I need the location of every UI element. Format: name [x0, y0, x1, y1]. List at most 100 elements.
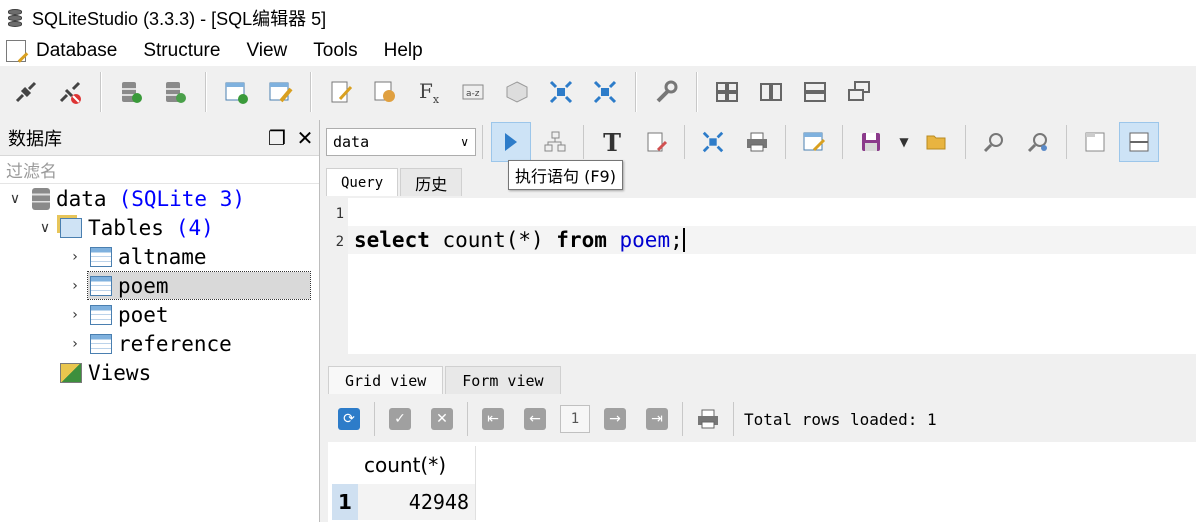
previous-page-icon[interactable]: ← [520, 404, 550, 434]
database-type: (SQLite 3) [118, 186, 246, 211]
last-page-icon[interactable]: ⇥ [642, 404, 672, 434]
selected-table-item[interactable]: poem [87, 271, 311, 300]
tile-vertical-icon[interactable] [796, 73, 834, 111]
menu-help[interactable]: Help [384, 40, 423, 62]
grid-row-number[interactable]: 1 [332, 484, 358, 520]
table-name: altname [118, 244, 207, 269]
results-grid: count(*) 1 42948 [328, 442, 1196, 522]
open-sql-file-icon[interactable] [917, 122, 957, 162]
tree-node-table[interactable]: › reference [0, 329, 319, 358]
add-database-icon[interactable] [112, 73, 150, 111]
rollback-icon[interactable]: ✕ [427, 404, 457, 434]
tree-node-table[interactable]: › poet [0, 300, 319, 329]
tab-form-view[interactable]: Form view [445, 366, 561, 394]
page-number-input[interactable]: 1 [560, 405, 590, 433]
disconnect-database-icon[interactable] [51, 73, 89, 111]
table-icon [90, 275, 112, 296]
refresh-icon[interactable]: ⟳ [334, 404, 364, 434]
sqlitestudio-app-icon [6, 7, 26, 29]
undock-icon[interactable]: ❐ [263, 126, 291, 150]
menu-structure[interactable]: Structure [143, 40, 220, 62]
next-page-icon[interactable]: → [600, 404, 630, 434]
results-below-query-icon[interactable] [1119, 122, 1159, 162]
format-sql-icon[interactable]: T [592, 122, 632, 162]
chevron-down-icon[interactable]: ∨ [36, 220, 54, 236]
tree-node-table[interactable]: › altname [0, 242, 319, 271]
document-edit-icon[interactable] [6, 40, 26, 62]
table-icon [90, 333, 112, 354]
print-icon[interactable] [737, 122, 777, 162]
tables-folder-icon [60, 217, 82, 238]
connect-database-icon[interactable] [7, 73, 45, 111]
grid-column-header[interactable]: count(*) [358, 446, 476, 484]
export-icon[interactable] [542, 73, 580, 111]
filter-input[interactable]: 过滤名 [0, 156, 319, 184]
toolbar-separator [733, 402, 734, 436]
tree-node-database[interactable]: ∨ data (SQLite 3) [0, 184, 319, 213]
code-line-current[interactable]: select count(*) from poem; [348, 226, 1196, 254]
views-icon [60, 362, 82, 383]
create-table-icon[interactable] [217, 73, 255, 111]
toolbar-separator [682, 402, 683, 436]
database-selector[interactable]: data ∨ [326, 128, 476, 156]
commit-icon[interactable]: ✓ [385, 404, 415, 434]
grid-corner[interactable] [328, 446, 358, 484]
toolbar-separator [583, 125, 584, 159]
find-icon[interactable] [974, 122, 1014, 162]
code-lines[interactable]: select count(*) from poem; [348, 198, 1196, 354]
sql-function: count(*) [429, 228, 557, 252]
sql-editor-icon[interactable] [322, 73, 360, 111]
grid-cell[interactable]: 42948 [358, 484, 476, 520]
database-icon [32, 187, 50, 210]
window-title: SQLiteStudio (3.3.3) - [SQL编辑器 5] [32, 9, 327, 29]
functions-editor-icon[interactable]: Fx [410, 73, 448, 111]
edit-table-icon[interactable] [261, 73, 299, 111]
tab-query[interactable]: Query [326, 168, 399, 196]
toolbar-separator [785, 125, 786, 159]
menu-database[interactable]: Database [36, 40, 117, 62]
tab-history[interactable]: 历史 [400, 168, 463, 196]
extensions-icon[interactable] [498, 73, 536, 111]
save-sql-icon[interactable] [851, 122, 891, 162]
toolbar-separator [100, 72, 101, 112]
tree-node-tables[interactable]: ∨ Tables (4) [0, 213, 319, 242]
chevron-right-icon[interactable]: › [66, 278, 84, 294]
save-dropdown-icon[interactable]: ▼ [895, 122, 913, 162]
collations-editor-icon[interactable]: a-z [454, 73, 492, 111]
text-caret [682, 228, 685, 252]
toolbar-separator [684, 125, 685, 159]
sql-terminator: ; [670, 228, 683, 252]
import-icon[interactable] [586, 73, 624, 111]
sql-code-editor[interactable]: 1 2 select count(*) from poem; [328, 198, 1196, 354]
chevron-right-icon[interactable]: › [66, 249, 84, 265]
table-icon [90, 246, 112, 267]
settings-wrench-icon[interactable] [647, 73, 685, 111]
results-in-tab-icon[interactable] [1075, 122, 1115, 162]
menu-view[interactable]: View [246, 40, 287, 62]
tab-grid-view[interactable]: Grid view [328, 366, 444, 394]
tile-windows-icon[interactable] [708, 73, 746, 111]
code-line[interactable] [348, 198, 1196, 226]
clear-query-icon[interactable] [636, 122, 676, 162]
explain-query-icon[interactable] [535, 122, 575, 162]
menu-tools[interactable]: Tools [313, 40, 357, 62]
tree-node-views[interactable]: Views [0, 358, 319, 387]
print-results-icon[interactable] [693, 404, 723, 434]
create-view-icon[interactable] [794, 122, 834, 162]
chevron-right-icon[interactable]: › [66, 336, 84, 352]
chevron-right-icon[interactable]: › [66, 307, 84, 323]
execute-query-button[interactable] [491, 122, 531, 162]
tree-node-table[interactable]: › poem [0, 271, 319, 300]
tile-horizontal-icon[interactable] [752, 73, 790, 111]
ddl-history-icon[interactable] [366, 73, 404, 111]
first-page-icon[interactable]: ⇤ [478, 404, 508, 434]
find-replace-icon[interactable] [1018, 122, 1058, 162]
cascade-windows-icon[interactable] [840, 73, 878, 111]
chevron-down-icon[interactable]: ∨ [6, 191, 24, 207]
database-dock: 数据库 ❐ ✕ 过滤名 ∨ data (SQLite 3) ∨ Tables (… [0, 120, 320, 522]
title-bar: SQLiteStudio (3.3.3) - [SQL编辑器 5] [0, 0, 1196, 36]
export-results-icon[interactable] [693, 122, 733, 162]
close-icon[interactable]: ✕ [291, 126, 319, 150]
edit-database-icon[interactable] [156, 73, 194, 111]
toolbar-separator [965, 125, 966, 159]
